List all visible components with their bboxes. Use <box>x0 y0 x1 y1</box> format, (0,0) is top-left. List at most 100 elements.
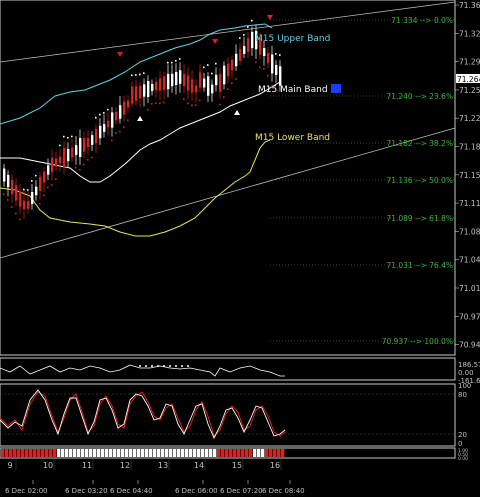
candle-body <box>63 147 66 168</box>
sar-dot <box>175 60 177 62</box>
cci-dot <box>151 365 153 367</box>
sar-dot <box>19 218 21 221</box>
signal-cell <box>217 449 221 457</box>
candle-body <box>207 76 210 96</box>
sar-dot <box>99 113 101 116</box>
hour-label: 10 <box>43 461 53 470</box>
sar-dot <box>247 26 249 28</box>
candle-body <box>15 185 18 201</box>
sar-dot <box>243 34 245 36</box>
sar-dot <box>75 166 77 169</box>
stochastic-axis-label: 100 <box>458 382 471 390</box>
candle-body <box>111 112 114 128</box>
sar-dot <box>195 104 197 106</box>
signal-cell <box>81 449 85 457</box>
signal-cell <box>5 449 9 457</box>
candle-body <box>247 38 250 52</box>
sar-dot <box>279 54 281 56</box>
candle-body <box>155 81 158 91</box>
signal-cell <box>229 449 233 457</box>
candle-body <box>119 105 122 119</box>
sar-dot <box>51 184 53 186</box>
signal-axis-label: 0.00 <box>458 456 468 462</box>
sar-dot <box>15 212 17 215</box>
signal-cell <box>249 449 253 457</box>
candle-body <box>219 74 222 92</box>
stochastic-panel <box>0 383 456 447</box>
sar-dot <box>103 112 105 114</box>
candle-body <box>243 46 246 54</box>
signal-cell <box>49 449 53 457</box>
sar-dot <box>79 168 81 171</box>
signal-cell <box>77 449 81 457</box>
candle-body <box>187 75 190 91</box>
signal-cell <box>241 449 245 457</box>
signal-cell <box>157 449 161 457</box>
sar-dot <box>127 119 129 122</box>
candle-body <box>123 101 126 115</box>
signal-cell <box>133 449 137 457</box>
signal-cell <box>53 449 57 457</box>
signal-cell <box>101 449 105 457</box>
candle-body <box>223 65 226 85</box>
sar-dot <box>63 135 65 138</box>
fib-label: 71.136 --> 50.0% <box>386 176 453 185</box>
signal-cell <box>29 449 33 457</box>
signal-cell <box>261 449 265 457</box>
price-tick-label: 71.185 <box>459 143 480 152</box>
candle-body <box>95 128 98 144</box>
cci-axis-label: 0.00 <box>458 369 474 377</box>
signal-cell <box>145 449 149 457</box>
candle-body <box>139 85 142 99</box>
price-tick-label: 71.360 <box>459 1 480 10</box>
current-price-text: 71.264 <box>457 75 480 84</box>
signal-cell <box>105 449 109 457</box>
sar-dot <box>255 61 257 63</box>
time-label: 6 Dec 02:00 <box>5 487 48 495</box>
sar-dot <box>87 159 89 161</box>
candle-body <box>143 84 146 97</box>
time-label: 6 Dec 03:20 <box>65 487 108 495</box>
sar-dot <box>59 144 61 147</box>
sar-dot <box>215 62 217 65</box>
sar-dot <box>11 206 13 208</box>
time-label: 6 Dec 07:20 <box>220 487 263 495</box>
signal-cell <box>21 449 25 457</box>
sar-dot <box>115 132 117 134</box>
sar-dot <box>135 74 137 76</box>
signal-cell <box>57 449 61 457</box>
signal-cell <box>189 449 193 457</box>
signal-cell <box>165 449 169 457</box>
candle-body <box>167 73 170 90</box>
sar-dot <box>107 108 109 111</box>
stochastic-axis-label: 80 <box>458 391 467 399</box>
price-tick-label: 71.045 <box>459 256 480 265</box>
hour-label: 11 <box>82 461 92 470</box>
signal-cell <box>109 449 113 457</box>
price-axis: 71.360 71.325 71.290 71.255 71.220 71.185 71.1… <box>455 1 480 350</box>
hour-label: 14 <box>194 461 204 470</box>
signal-cell <box>65 449 69 457</box>
candle-body <box>99 125 102 139</box>
candle-body <box>147 80 150 98</box>
cci-dot <box>187 365 189 367</box>
signal-cell <box>33 449 37 457</box>
trading-chart[interactable]: 71.334 --> 0.0% 71.240 --> 23.6% 71.182 --… <box>0 0 480 497</box>
signal-cell <box>97 449 101 457</box>
candle-body <box>59 156 62 164</box>
price-tick-label: 71.255 <box>459 86 480 95</box>
sar-dot <box>167 61 169 64</box>
signal-cell <box>61 449 65 457</box>
cci-dot <box>169 365 171 367</box>
sar-dot <box>35 174 37 177</box>
candle-body <box>47 165 50 175</box>
signal-cell <box>177 449 181 457</box>
sar-dot <box>191 104 193 107</box>
price-tick-label: 71.220 <box>459 114 480 123</box>
candle-body <box>159 78 162 91</box>
sar-dot <box>179 58 181 60</box>
price-tick-label: 71.115 <box>459 199 480 208</box>
signal-cell <box>117 449 121 457</box>
candle-body <box>127 100 130 108</box>
hour-markers: 9 10 11 12 13 14 15 16 <box>7 458 282 470</box>
